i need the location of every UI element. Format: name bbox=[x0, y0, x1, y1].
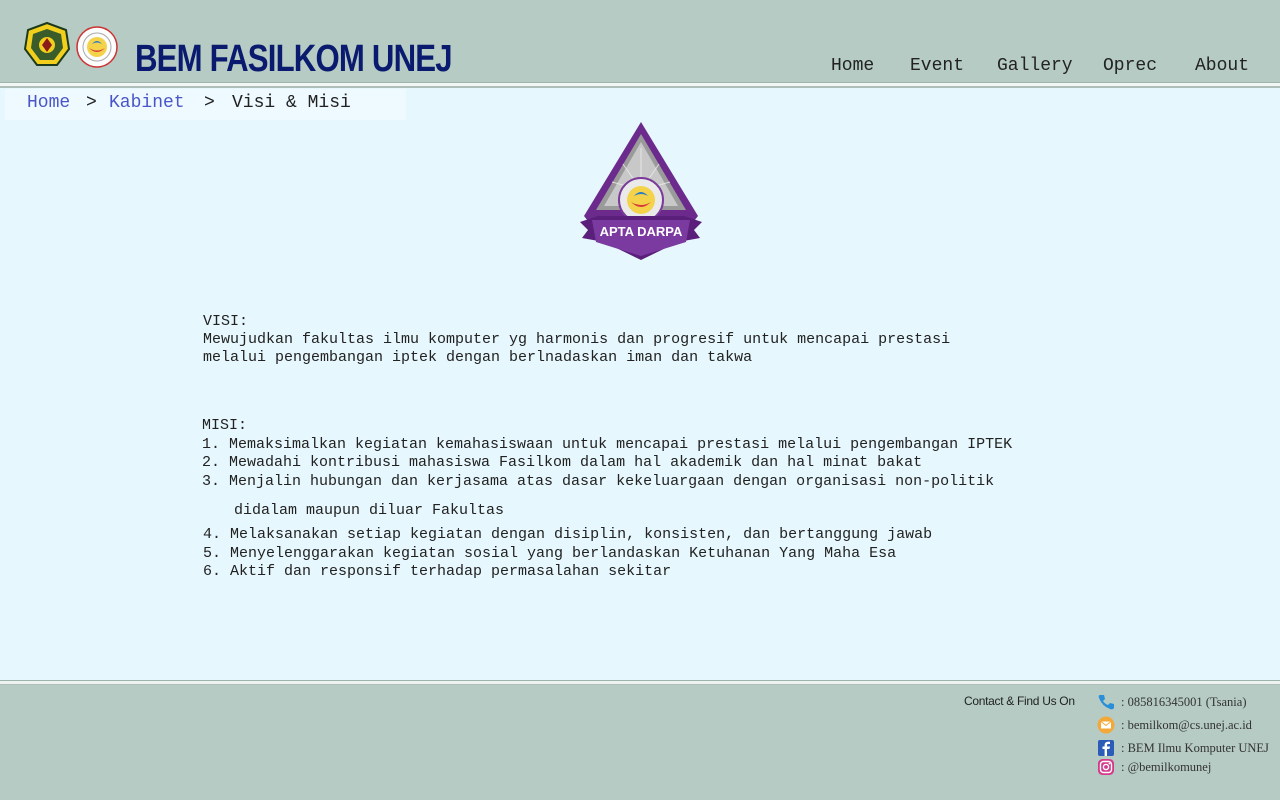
contact-email[interactable]: : bemilkom@cs.unej.ac.id bbox=[1097, 715, 1252, 735]
contact-instagram-text: : @bemilkomunej bbox=[1121, 759, 1212, 774]
breadcrumb: Home > Kabinet > Visi & Misi bbox=[5, 89, 406, 120]
nav-event[interactable]: Event bbox=[910, 56, 964, 76]
breadcrumb-current: Visi & Misi bbox=[232, 93, 351, 113]
misi-item: 6. Aktif dan responsif terhadap permasal… bbox=[203, 563, 672, 580]
bem-logo-icon bbox=[76, 26, 118, 68]
contact-facebook-text: : BEM Ilmu Komputer UNEJ bbox=[1121, 740, 1269, 755]
breadcrumb-separator: > bbox=[204, 93, 215, 113]
header-divider bbox=[0, 82, 1280, 88]
contact-title: Contact & Find Us On bbox=[964, 694, 1075, 708]
site-brand-title[interactable]: BEM FASILKOM UNEJ bbox=[135, 38, 453, 81]
visi-heading: VISI: bbox=[203, 313, 249, 330]
nav-gallery[interactable]: Gallery bbox=[997, 56, 1073, 76]
visi-text-line: Mewujudkan fakultas ilmu komputer yg har… bbox=[203, 331, 951, 348]
misi-item: 5. Menyelenggarakan kegiatan sosial yang… bbox=[203, 545, 897, 562]
email-icon bbox=[1097, 716, 1115, 734]
contact-phone[interactable]: : 085816345001 (Tsania) bbox=[1097, 692, 1247, 712]
misi-item-continuation: didalam maupun diluar Fakultas bbox=[234, 502, 505, 519]
visi-text-line: melalui pengembangan iptek dengan berlna… bbox=[203, 349, 753, 366]
nav-home[interactable]: Home bbox=[831, 56, 874, 76]
misi-item: 4. Melaksanakan setiap kegiatan dengan d… bbox=[203, 526, 933, 543]
contact-phone-text: : 085816345001 (Tsania) bbox=[1121, 694, 1247, 709]
misi-heading: MISI: bbox=[202, 417, 248, 434]
breadcrumb-home-link[interactable]: Home bbox=[27, 93, 70, 113]
facebook-icon bbox=[1098, 740, 1114, 756]
phone-icon bbox=[1098, 695, 1114, 710]
apta-darpa-emblem: APTA DARPA bbox=[580, 122, 702, 260]
contact-facebook[interactable]: : BEM Ilmu Komputer UNEJ bbox=[1097, 738, 1269, 758]
emblem-label: APTA DARPA bbox=[600, 224, 683, 239]
breadcrumb-kabinet-link[interactable]: Kabinet bbox=[109, 93, 185, 113]
nav-about[interactable]: About bbox=[1195, 56, 1249, 76]
site-footer bbox=[0, 685, 1280, 800]
instagram-icon bbox=[1098, 759, 1114, 775]
misi-item: 2. Mewadahi kontribusi mahasiswa Fasilko… bbox=[202, 454, 923, 471]
misi-item: 1. Memaksimalkan kegiatan kemahasiswaan … bbox=[202, 436, 1013, 453]
misi-item: 3. Menjalin hubungan dan kerjasama atas … bbox=[202, 473, 995, 490]
unej-logo-icon bbox=[23, 21, 71, 66]
nav-oprec[interactable]: Oprec bbox=[1103, 56, 1157, 76]
contact-instagram[interactable]: : @bemilkomunej bbox=[1097, 757, 1211, 777]
breadcrumb-separator: > bbox=[86, 93, 97, 113]
contact-email-text: : bemilkom@cs.unej.ac.id bbox=[1121, 717, 1252, 732]
